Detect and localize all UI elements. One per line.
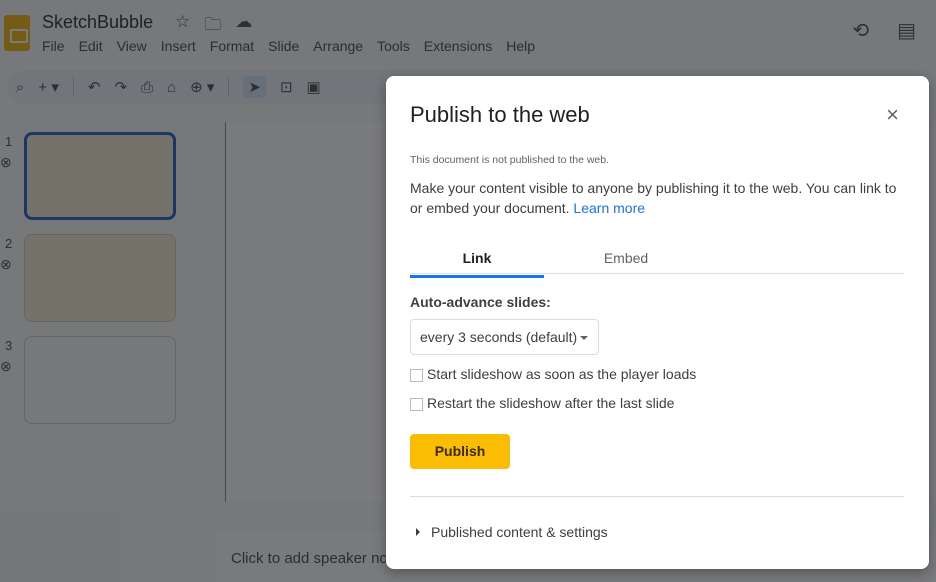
checkbox-label: Restart the slideshow after the last sli… [427, 395, 675, 411]
divider [410, 496, 904, 497]
slides-app: SketchBubble ☆ 🗀 ☁ File Edit View Insert… [0, 0, 936, 582]
learn-more-link[interactable]: Learn more [573, 200, 645, 216]
publish-tabs: Link Embed [410, 246, 904, 278]
tab-link[interactable]: Link [410, 250, 544, 278]
publish-dialog: Publish to the web × This document is no… [386, 76, 929, 569]
checkbox-label: Start slideshow as soon as the player lo… [427, 366, 697, 382]
dialog-description: Make your content visible to anyone by p… [410, 178, 905, 218]
publish-status: This document is not published to the we… [410, 154, 610, 166]
restart-checkbox[interactable] [410, 398, 423, 411]
start-on-load-option[interactable]: Start slideshow as soon as the player lo… [410, 366, 696, 382]
expand-arrow-icon [416, 528, 420, 536]
close-icon[interactable]: × [886, 102, 899, 128]
auto-advance-label: Auto-advance slides: [410, 294, 551, 310]
description-text: Make your content visible to anyone by p… [410, 180, 897, 216]
tab-embed[interactable]: Embed [559, 250, 693, 274]
start-on-load-checkbox[interactable] [410, 369, 423, 382]
auto-advance-select[interactable]: every 3 seconds (default) [410, 319, 599, 355]
chevron-down-icon [580, 336, 588, 340]
restart-option[interactable]: Restart the slideshow after the last sli… [410, 395, 674, 411]
published-content-toggle[interactable]: Published content & settings [416, 524, 608, 540]
dialog-title: Publish to the web [410, 102, 590, 127]
auto-advance-value: every 3 seconds (default) [420, 329, 578, 345]
published-content-label: Published content & settings [431, 524, 608, 540]
publish-button[interactable]: Publish [410, 434, 510, 469]
